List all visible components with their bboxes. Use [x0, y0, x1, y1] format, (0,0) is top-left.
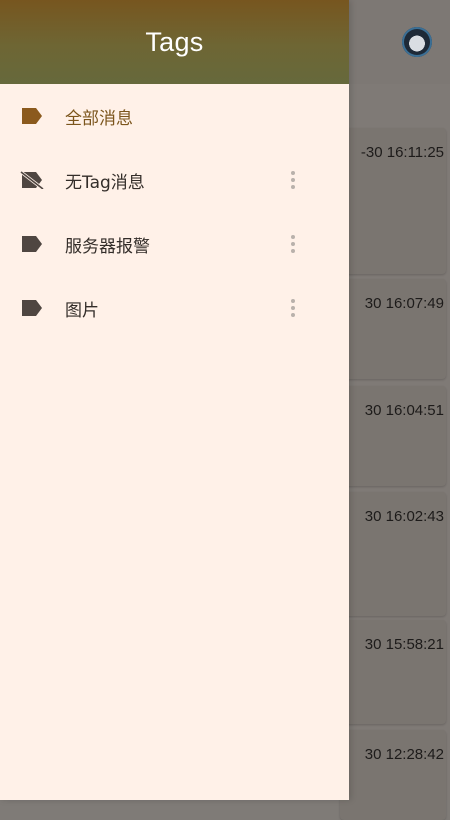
tag-label: 全部消息: [65, 108, 133, 129]
message-timestamp: 30 15:58:21: [364, 636, 444, 653]
tag-label: 无Tag消息: [65, 172, 145, 193]
message-timestamp: -30 16:11:25: [360, 144, 444, 161]
drawer-header: Tags: [0, 0, 349, 84]
tag-item-server-alerts[interactable]: 服务器报警: [0, 212, 349, 276]
message-timestamp: 30 12:28:42: [364, 746, 444, 763]
tag-label: 服务器报警: [65, 236, 150, 257]
message-card[interactable]: 30 16:07:49: [340, 279, 446, 379]
message-timestamp: 30 16:07:49: [364, 295, 444, 312]
tag-off-icon: [20, 170, 44, 191]
message-timestamp: 30 16:02:43: [364, 508, 444, 525]
message-card[interactable]: 30 16:04:51: [340, 386, 446, 486]
more-vert-icon[interactable]: [286, 169, 300, 191]
more-vert-icon[interactable]: [286, 233, 300, 255]
message-card[interactable]: -30 16:11:25: [340, 128, 446, 274]
tag-icon: [20, 235, 44, 253]
tag-list: 全部消息 无Tag消息 服务器报警 图片: [0, 84, 349, 340]
message-card[interactable]: 30 15:58:21: [340, 620, 446, 724]
message-card[interactable]: 30 12:28:42: [340, 730, 446, 820]
avatar[interactable]: [402, 27, 432, 57]
tag-icon: [20, 107, 44, 125]
message-timestamp: 30 16:04:51: [364, 402, 444, 419]
tag-item-images[interactable]: 图片: [0, 276, 349, 340]
tag-item-untagged[interactable]: 无Tag消息: [0, 148, 349, 212]
message-card[interactable]: 30 16:02:43: [340, 492, 446, 616]
tags-drawer: Tags 全部消息 无Tag消息 服务器报警 图片: [0, 0, 349, 800]
tag-item-all-messages[interactable]: 全部消息: [0, 84, 349, 148]
tag-label: 图片: [65, 300, 99, 321]
more-vert-icon[interactable]: [286, 297, 300, 319]
drawer-title: Tags: [145, 26, 204, 57]
tag-icon: [20, 299, 44, 317]
